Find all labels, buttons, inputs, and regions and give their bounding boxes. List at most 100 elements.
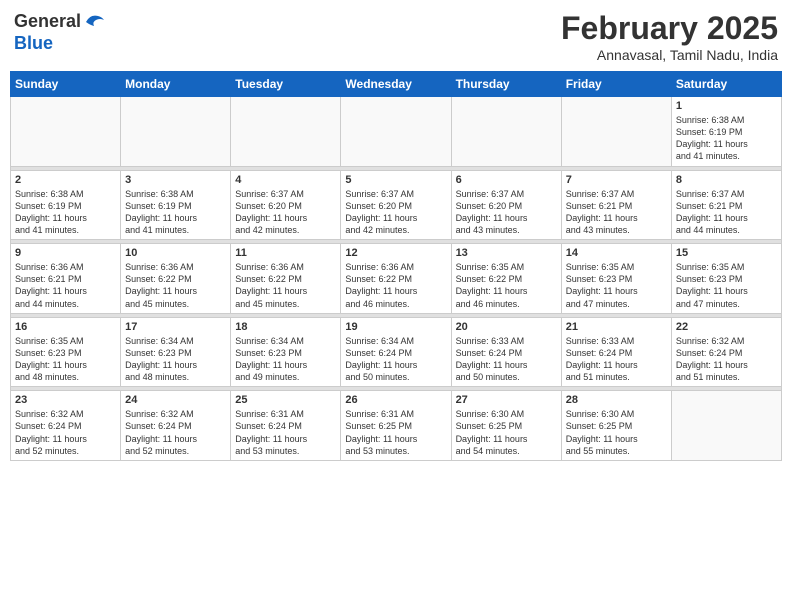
day-info: Sunrise: 6:36 AM Sunset: 6:21 PM Dayligh…	[15, 261, 116, 310]
calendar-cell	[561, 97, 671, 167]
calendar-cell: 19 Sunrise: 6:34 AM Sunset: 6:24 PM Dayli…	[341, 317, 451, 387]
calendar-cell: 4 Sunrise: 6:37 AM Sunset: 6:20 PM Daylig…	[231, 170, 341, 240]
calendar-cell: 28 Sunrise: 6:30 AM Sunset: 6:25 PM Dayli…	[561, 391, 671, 461]
weekday-header-thursday: Thursday	[451, 72, 561, 97]
day-number: 1	[676, 100, 777, 112]
day-info: Sunrise: 6:30 AM Sunset: 6:25 PM Dayligh…	[566, 408, 667, 457]
calendar-cell: 20Sunrise: 6:33 AM Sunset: 6:24 PM Dayli…	[451, 317, 561, 387]
day-number: 27	[456, 394, 557, 406]
weekday-header-monday: Monday	[121, 72, 231, 97]
calendar-cell: 6 Sunrise: 6:37 AM Sunset: 6:20 PM Daylig…	[451, 170, 561, 240]
calendar-cell: 15 Sunrise: 6:35 AM Sunset: 6:23 PM Dayli…	[671, 244, 781, 314]
day-number: 16	[15, 321, 116, 333]
day-number: 9	[15, 247, 116, 259]
weekday-header-saturday: Saturday	[671, 72, 781, 97]
calendar-cell	[451, 97, 561, 167]
day-info: Sunrise: 6:32 AM Sunset: 6:24 PM Dayligh…	[676, 335, 777, 384]
weekday-header-sunday: Sunday	[11, 72, 121, 97]
weekday-header-friday: Friday	[561, 72, 671, 97]
day-info: Sunrise: 6:31 AM Sunset: 6:24 PM Dayligh…	[235, 408, 336, 457]
day-number: 3	[125, 174, 226, 186]
calendar-cell: 26 Sunrise: 6:31 AM Sunset: 6:25 PM Dayli…	[341, 391, 451, 461]
day-number: 26	[345, 394, 446, 406]
calendar-cell: 27 Sunrise: 6:30 AM Sunset: 6:25 PM Dayli…	[451, 391, 561, 461]
month-title: February 2025	[561, 10, 778, 47]
calendar-cell: 11Sunrise: 6:36 AM Sunset: 6:22 PM Dayli…	[231, 244, 341, 314]
calendar-week-2: 9 Sunrise: 6:36 AM Sunset: 6:21 PM Daylig…	[11, 244, 782, 314]
page-header: General Blue February 2025 Annavasal, Ta…	[10, 10, 782, 63]
day-number: 10	[125, 247, 226, 259]
day-info: Sunrise: 6:38 AM Sunset: 6:19 PM Dayligh…	[15, 188, 116, 237]
calendar-cell: 5 Sunrise: 6:37 AM Sunset: 6:20 PM Daylig…	[341, 170, 451, 240]
day-number: 7	[566, 174, 667, 186]
logo-bird-icon	[82, 10, 106, 34]
calendar-cell: 3 Sunrise: 6:38 AM Sunset: 6:19 PM Daylig…	[121, 170, 231, 240]
day-number: 2	[15, 174, 116, 186]
calendar-cell: 14Sunrise: 6:35 AM Sunset: 6:23 PM Dayli…	[561, 244, 671, 314]
logo: General Blue	[14, 10, 107, 54]
calendar-cell	[341, 97, 451, 167]
day-number: 22	[676, 321, 777, 333]
calendar-week-3: 16 Sunrise: 6:35 AM Sunset: 6:23 PM Dayli…	[11, 317, 782, 387]
calendar-cell: 16 Sunrise: 6:35 AM Sunset: 6:23 PM Dayli…	[11, 317, 121, 387]
calendar-cell: 25 Sunrise: 6:31 AM Sunset: 6:24 PM Dayli…	[231, 391, 341, 461]
calendar-cell: 8 Sunrise: 6:37 AM Sunset: 6:21 PM Daylig…	[671, 170, 781, 240]
day-number: 28	[566, 394, 667, 406]
calendar-table: SundayMondayTuesdayWednesdayThursdayFrid…	[10, 71, 782, 461]
day-info: Sunrise: 6:34 AM Sunset: 6:23 PM Dayligh…	[125, 335, 226, 384]
calendar-cell: 18 Sunrise: 6:34 AM Sunset: 6:23 PM Dayli…	[231, 317, 341, 387]
day-number: 19	[345, 321, 446, 333]
day-number: 18	[235, 321, 336, 333]
day-info: Sunrise: 6:35 AM Sunset: 6:22 PM Dayligh…	[456, 261, 557, 310]
calendar-cell: 2 Sunrise: 6:38 AM Sunset: 6:19 PM Daylig…	[11, 170, 121, 240]
day-info: Sunrise: 6:37 AM Sunset: 6:20 PM Dayligh…	[345, 188, 446, 237]
day-info: Sunrise: 6:32 AM Sunset: 6:24 PM Dayligh…	[125, 408, 226, 457]
day-number: 6	[456, 174, 557, 186]
day-number: 12	[345, 247, 446, 259]
logo-general: General	[14, 11, 81, 31]
day-info: Sunrise: 6:38 AM Sunset: 6:19 PM Dayligh…	[676, 114, 777, 163]
day-number: 20	[456, 321, 557, 333]
calendar-cell: 1 Sunrise: 6:38 AM Sunset: 6:19 PM Daylig…	[671, 97, 781, 167]
calendar-cell: 10 Sunrise: 6:36 AM Sunset: 6:22 PM Dayli…	[121, 244, 231, 314]
calendar-cell: 17Sunrise: 6:34 AM Sunset: 6:23 PM Dayli…	[121, 317, 231, 387]
day-info: Sunrise: 6:34 AM Sunset: 6:24 PM Dayligh…	[345, 335, 446, 384]
day-info: Sunrise: 6:35 AM Sunset: 6:23 PM Dayligh…	[15, 335, 116, 384]
calendar-week-0: 1 Sunrise: 6:38 AM Sunset: 6:19 PM Daylig…	[11, 97, 782, 167]
day-info: Sunrise: 6:37 AM Sunset: 6:21 PM Dayligh…	[566, 188, 667, 237]
day-number: 23	[15, 394, 116, 406]
calendar-cell	[671, 391, 781, 461]
calendar-cell: 7 Sunrise: 6:37 AM Sunset: 6:21 PM Daylig…	[561, 170, 671, 240]
calendar-cell: 24Sunrise: 6:32 AM Sunset: 6:24 PM Dayli…	[121, 391, 231, 461]
calendar-cell: 13 Sunrise: 6:35 AM Sunset: 6:22 PM Dayli…	[451, 244, 561, 314]
calendar-cell: 23 Sunrise: 6:32 AM Sunset: 6:24 PM Dayli…	[11, 391, 121, 461]
day-info: Sunrise: 6:36 AM Sunset: 6:22 PM Dayligh…	[125, 261, 226, 310]
day-info: Sunrise: 6:31 AM Sunset: 6:25 PM Dayligh…	[345, 408, 446, 457]
calendar-cell: 9 Sunrise: 6:36 AM Sunset: 6:21 PM Daylig…	[11, 244, 121, 314]
weekday-header-tuesday: Tuesday	[231, 72, 341, 97]
day-info: Sunrise: 6:37 AM Sunset: 6:21 PM Dayligh…	[676, 188, 777, 237]
day-info: Sunrise: 6:37 AM Sunset: 6:20 PM Dayligh…	[235, 188, 336, 237]
day-info: Sunrise: 6:34 AM Sunset: 6:23 PM Dayligh…	[235, 335, 336, 384]
calendar-week-4: 23 Sunrise: 6:32 AM Sunset: 6:24 PM Dayli…	[11, 391, 782, 461]
day-info: Sunrise: 6:36 AM Sunset: 6:22 PM Dayligh…	[345, 261, 446, 310]
day-number: 25	[235, 394, 336, 406]
day-number: 4	[235, 174, 336, 186]
day-info: Sunrise: 6:33 AM Sunset: 6:24 PM Dayligh…	[566, 335, 667, 384]
location-subtitle: Annavasal, Tamil Nadu, India	[561, 47, 778, 63]
day-info: Sunrise: 6:30 AM Sunset: 6:25 PM Dayligh…	[456, 408, 557, 457]
day-info: Sunrise: 6:32 AM Sunset: 6:24 PM Dayligh…	[15, 408, 116, 457]
day-number: 13	[456, 247, 557, 259]
calendar-cell	[11, 97, 121, 167]
day-info: Sunrise: 6:35 AM Sunset: 6:23 PM Dayligh…	[676, 261, 777, 310]
weekday-header-wednesday: Wednesday	[341, 72, 451, 97]
day-number: 21	[566, 321, 667, 333]
day-info: Sunrise: 6:37 AM Sunset: 6:20 PM Dayligh…	[456, 188, 557, 237]
day-number: 15	[676, 247, 777, 259]
day-number: 8	[676, 174, 777, 186]
day-info: Sunrise: 6:38 AM Sunset: 6:19 PM Dayligh…	[125, 188, 226, 237]
day-number: 5	[345, 174, 446, 186]
title-block: February 2025 Annavasal, Tamil Nadu, Ind…	[561, 10, 778, 63]
calendar-cell	[121, 97, 231, 167]
calendar-cell	[231, 97, 341, 167]
